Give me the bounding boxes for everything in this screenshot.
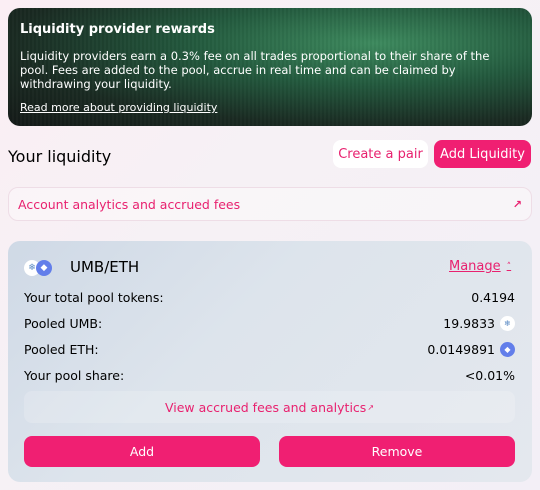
create-pair-button[interactable]: Create a pair bbox=[333, 140, 428, 168]
banner-title: Liquidity provider rewards bbox=[20, 22, 215, 37]
external-arrow-icon: ↗ bbox=[512, 197, 522, 211]
row-label: Pooled ETH: bbox=[24, 341, 99, 357]
row-value: 0.0149891 bbox=[427, 341, 495, 357]
row-value: <0.01% bbox=[464, 367, 515, 383]
remove-button[interactable]: Remove bbox=[279, 436, 515, 467]
analytics-label: Account analytics and accrued fees bbox=[18, 196, 241, 212]
manage-label: Manage bbox=[449, 259, 501, 274]
view-fees-link[interactable]: View accrued fees and analytics ↗ bbox=[24, 391, 515, 423]
banner-text: Liquidity providers earn a 0.3% fee on a… bbox=[20, 49, 490, 91]
row-value: 19.9833 bbox=[443, 315, 495, 331]
chevron-up-icon: ˄ bbox=[506, 261, 512, 272]
row-value: 0.4194 bbox=[471, 289, 515, 305]
row-label: Your total pool tokens: bbox=[24, 289, 164, 305]
page-title: Your liquidity bbox=[8, 147, 112, 166]
pooled-eth-row: Pooled ETH: 0.0149891 ◆ bbox=[24, 341, 515, 357]
row-label: Your pool share: bbox=[24, 367, 125, 383]
eth-icon: ◆ bbox=[36, 260, 52, 276]
eth-icon: ◆ bbox=[500, 341, 515, 357]
external-arrow-icon: ↗ bbox=[367, 402, 375, 412]
position-card: ❄ ◆ UMB/ETH Manage ˄ Your total pool tok… bbox=[8, 241, 532, 482]
view-fees-label: View accrued fees and analytics bbox=[164, 399, 367, 415]
add-button[interactable]: Add bbox=[24, 436, 260, 467]
add-liquidity-button[interactable]: Add Liquidity bbox=[434, 140, 531, 168]
pool-share-row: Your pool share: <0.01% bbox=[24, 367, 515, 383]
pooled-umb-row: Pooled UMB: 19.9833 ❄ bbox=[24, 315, 515, 331]
rewards-banner: Liquidity provider rewards Liquidity pro… bbox=[8, 8, 532, 126]
row-label: Pooled UMB: bbox=[24, 315, 103, 331]
umb-icon: ❄ bbox=[500, 315, 515, 331]
pool-tokens-row: Your total pool tokens: 0.4194 bbox=[24, 289, 515, 305]
pair-icons: ❄ ◆ bbox=[24, 260, 58, 276]
pair-name: UMB/ETH bbox=[70, 258, 140, 276]
read-more-link[interactable]: Read more about providing liquidity bbox=[20, 101, 217, 114]
account-analytics-link[interactable]: Account analytics and accrued fees ↗ bbox=[8, 187, 532, 221]
manage-toggle[interactable]: Manage ˄ bbox=[449, 259, 511, 274]
